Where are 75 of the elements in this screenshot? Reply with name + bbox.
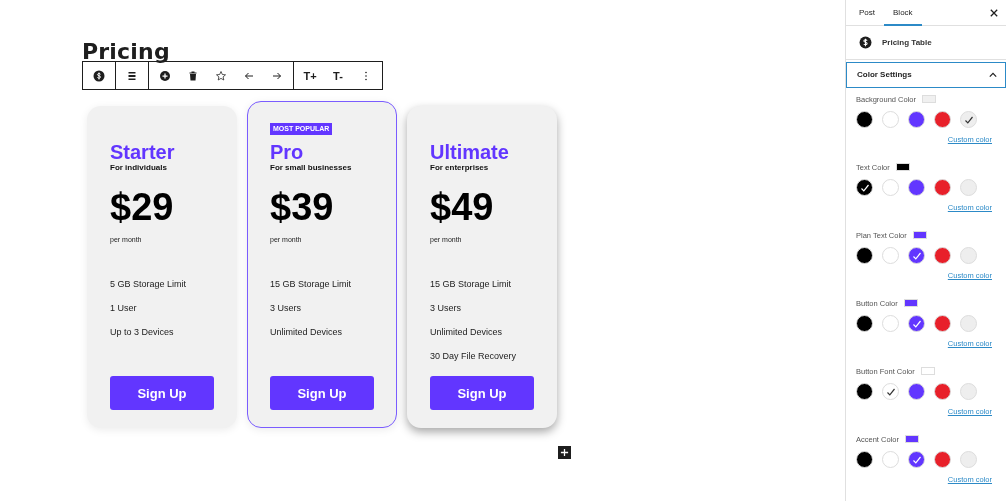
color-swatch[interactable] bbox=[960, 315, 977, 332]
color-swatch[interactable] bbox=[908, 247, 925, 264]
plan-title: Ultimate bbox=[430, 141, 509, 163]
plan-feature: 15 GB Storage Limit bbox=[430, 278, 513, 291]
panel-header[interactable]: Color Settings bbox=[846, 61, 1006, 88]
color-swatch[interactable] bbox=[882, 315, 899, 332]
plan-feature: Unlimited Devices bbox=[270, 326, 344, 339]
plus-icon bbox=[560, 448, 569, 457]
plan-subtitle: For enterprises bbox=[430, 163, 489, 173]
add-block-button[interactable] bbox=[558, 446, 571, 459]
plan-feature: 5 GB Storage Limit bbox=[110, 278, 187, 291]
chevron-up-icon bbox=[989, 70, 997, 79]
dollar-icon bbox=[859, 35, 872, 49]
color-swatch[interactable] bbox=[934, 179, 951, 196]
check-icon bbox=[911, 454, 922, 465]
close-icon bbox=[990, 8, 998, 17]
check-icon bbox=[911, 318, 922, 329]
plan-feature: Up to 3 Devices bbox=[110, 326, 175, 339]
color-swatch[interactable] bbox=[960, 179, 977, 196]
color-swatch[interactable] bbox=[934, 451, 951, 468]
color-swatch[interactable] bbox=[960, 111, 977, 128]
color-swatch[interactable] bbox=[960, 451, 977, 468]
plan-feature: Unlimited Devices bbox=[430, 326, 504, 339]
check-icon bbox=[963, 114, 974, 125]
plan-feature: 15 GB Storage Limit bbox=[270, 278, 352, 291]
color-swatch[interactable] bbox=[856, 451, 873, 468]
page-heading: Pricing bbox=[82, 42, 170, 61]
sign-up-button[interactable]: Sign Up bbox=[430, 376, 534, 410]
plan-feature: 3 Users bbox=[270, 302, 302, 315]
color-swatch[interactable] bbox=[908, 179, 925, 196]
plan-feature: 3 Users bbox=[430, 302, 462, 315]
check-icon bbox=[859, 182, 870, 193]
stack-icon bbox=[126, 69, 138, 82]
dollar-icon bbox=[93, 69, 105, 82]
plan-price: $39 bbox=[270, 187, 334, 227]
plan-subtitle: For individuals bbox=[110, 163, 167, 173]
block-name: Pricing Table bbox=[882, 37, 932, 47]
color-swatch[interactable] bbox=[856, 315, 873, 332]
plus-circle-icon bbox=[159, 69, 171, 82]
plan-feature: 30 Day File Recovery bbox=[430, 350, 517, 363]
color-swatch[interactable] bbox=[934, 111, 951, 128]
plan-price: $29 bbox=[110, 187, 174, 227]
color-swatch[interactable] bbox=[908, 111, 925, 128]
color-swatch[interactable] bbox=[908, 451, 925, 468]
color-swatch[interactable] bbox=[934, 247, 951, 264]
trash-icon bbox=[187, 69, 199, 82]
color-swatch[interactable] bbox=[882, 247, 899, 264]
sidebar-tab[interactable]: Post bbox=[850, 0, 884, 27]
color-swatch[interactable] bbox=[908, 315, 925, 332]
color-swatch[interactable] bbox=[856, 383, 873, 400]
plan-title: Pro bbox=[270, 141, 304, 163]
plan-feature: 1 User bbox=[110, 302, 138, 315]
color-swatch[interactable] bbox=[882, 451, 899, 468]
check-icon bbox=[911, 250, 922, 261]
color-swatch[interactable] bbox=[882, 179, 899, 196]
color-swatch[interactable] bbox=[960, 247, 977, 264]
color-swatch[interactable] bbox=[856, 247, 873, 264]
plan-subtitle: For small businesses bbox=[270, 163, 352, 173]
star-icon bbox=[215, 69, 227, 82]
text-size-button[interactable]: T+ bbox=[298, 63, 322, 88]
color-swatch[interactable] bbox=[960, 383, 977, 400]
color-swatch[interactable] bbox=[882, 111, 899, 128]
plan-title: Starter bbox=[110, 141, 175, 163]
color-swatch[interactable] bbox=[934, 315, 951, 332]
color-swatch[interactable] bbox=[934, 383, 951, 400]
color-swatch[interactable] bbox=[856, 179, 873, 196]
check-icon bbox=[885, 386, 896, 397]
sidebar-tab[interactable]: Block bbox=[884, 0, 922, 27]
sign-up-button[interactable]: Sign Up bbox=[270, 376, 374, 410]
sign-up-button[interactable]: Sign Up bbox=[110, 376, 214, 410]
text-size-button[interactable]: T- bbox=[326, 63, 350, 88]
color-swatch[interactable] bbox=[908, 383, 925, 400]
color-swatch[interactable] bbox=[882, 383, 899, 400]
plan-price: $49 bbox=[430, 187, 494, 227]
color-swatch[interactable] bbox=[856, 111, 873, 128]
